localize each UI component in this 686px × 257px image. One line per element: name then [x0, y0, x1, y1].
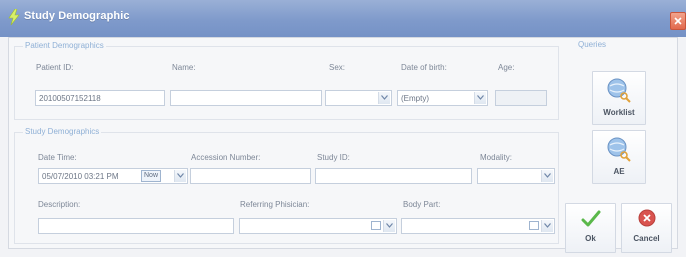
dialog-body: Patient Demographics Patient ID: 2010050… [8, 37, 678, 253]
chevron-down-icon [381, 95, 388, 100]
datetime-field[interactable]: 05/07/2010 03:21 PM Now [38, 168, 188, 184]
checkmark-icon [581, 210, 601, 227]
queries-group: Queries Worklist AE [564, 40, 673, 196]
datetime-label: Date Time: [38, 153, 77, 162]
close-button[interactable] [670, 12, 686, 30]
study-demographics-title: Study Demographics [23, 127, 102, 136]
study-demographic-dialog: Study Demographic Patient Demographics P… [0, 0, 686, 257]
now-checkbox[interactable]: Now [141, 170, 162, 182]
worklist-label: Worklist [603, 108, 635, 117]
body-part-select[interactable] [401, 218, 555, 234]
accession-field[interactable] [190, 168, 311, 184]
ok-button[interactable]: Ok [565, 203, 616, 253]
physician-select[interactable] [239, 218, 397, 234]
name-field[interactable] [170, 90, 322, 106]
patient-demographics-group: Patient Demographics Patient ID: 2010050… [14, 41, 559, 120]
cancel-label: Cancel [633, 234, 660, 243]
lightning-icon [8, 9, 20, 25]
physician-label: Referring Phisician: [240, 200, 310, 209]
description-label: Description: [38, 200, 81, 209]
sex-label: Sex: [329, 63, 346, 72]
queries-title: Queries [576, 40, 609, 49]
ae-button[interactable]: AE [592, 130, 646, 184]
cancel-icon [638, 209, 656, 227]
globe-search-icon [607, 78, 631, 103]
body-part-label: Body Part: [403, 200, 441, 209]
dob-dropdown-button[interactable] [474, 92, 486, 104]
dob-label: Date of birth: [401, 63, 447, 72]
study-id-field[interactable] [315, 168, 472, 184]
title-bar[interactable]: Study Demographic [0, 0, 686, 37]
sex-select[interactable] [325, 90, 392, 106]
description-field[interactable] [38, 218, 234, 234]
age-field [495, 90, 547, 106]
chevron-down-icon [386, 223, 393, 228]
ae-label: AE [613, 167, 625, 176]
datetime-value: 05/07/2010 03:21 PM [42, 172, 119, 181]
physician-dropdown-button[interactable] [383, 220, 395, 232]
globe-search-icon [607, 137, 631, 162]
modality-select[interactable] [477, 168, 555, 184]
chevron-down-icon [177, 173, 184, 178]
patient-demographics-title: Patient Demographics [23, 41, 106, 50]
close-icon [674, 17, 682, 25]
chevron-down-icon [544, 223, 551, 228]
sex-dropdown-button[interactable] [378, 92, 390, 104]
chevron-down-icon [477, 95, 484, 100]
study-demographics-group: Study Demographics Date Time: 05/07/2010… [14, 127, 559, 244]
chevron-down-icon [544, 173, 551, 178]
modality-label: Modality: [480, 153, 513, 162]
window-title: Study Demographic [24, 10, 130, 22]
ok-label: Ok [585, 234, 596, 243]
patient-id-field[interactable]: 20100507152118 [35, 90, 165, 106]
dob-value: (Empty) [401, 94, 429, 103]
name-label: Name: [172, 63, 196, 72]
body-part-checkbox[interactable] [529, 221, 539, 230]
physician-checkbox[interactable] [371, 221, 381, 230]
cancel-button[interactable]: Cancel [621, 203, 672, 253]
body-part-dropdown-button[interactable] [541, 220, 553, 232]
age-label: Age: [498, 63, 515, 72]
datetime-dropdown-button[interactable] [174, 170, 186, 182]
modality-dropdown-button[interactable] [541, 170, 553, 182]
study-id-label: Study ID: [317, 153, 350, 162]
dob-select[interactable]: (Empty) [397, 90, 488, 106]
accession-label: Accession Number: [191, 153, 261, 162]
patient-id-label: Patient ID: [36, 63, 74, 72]
worklist-button[interactable]: Worklist [592, 71, 646, 125]
